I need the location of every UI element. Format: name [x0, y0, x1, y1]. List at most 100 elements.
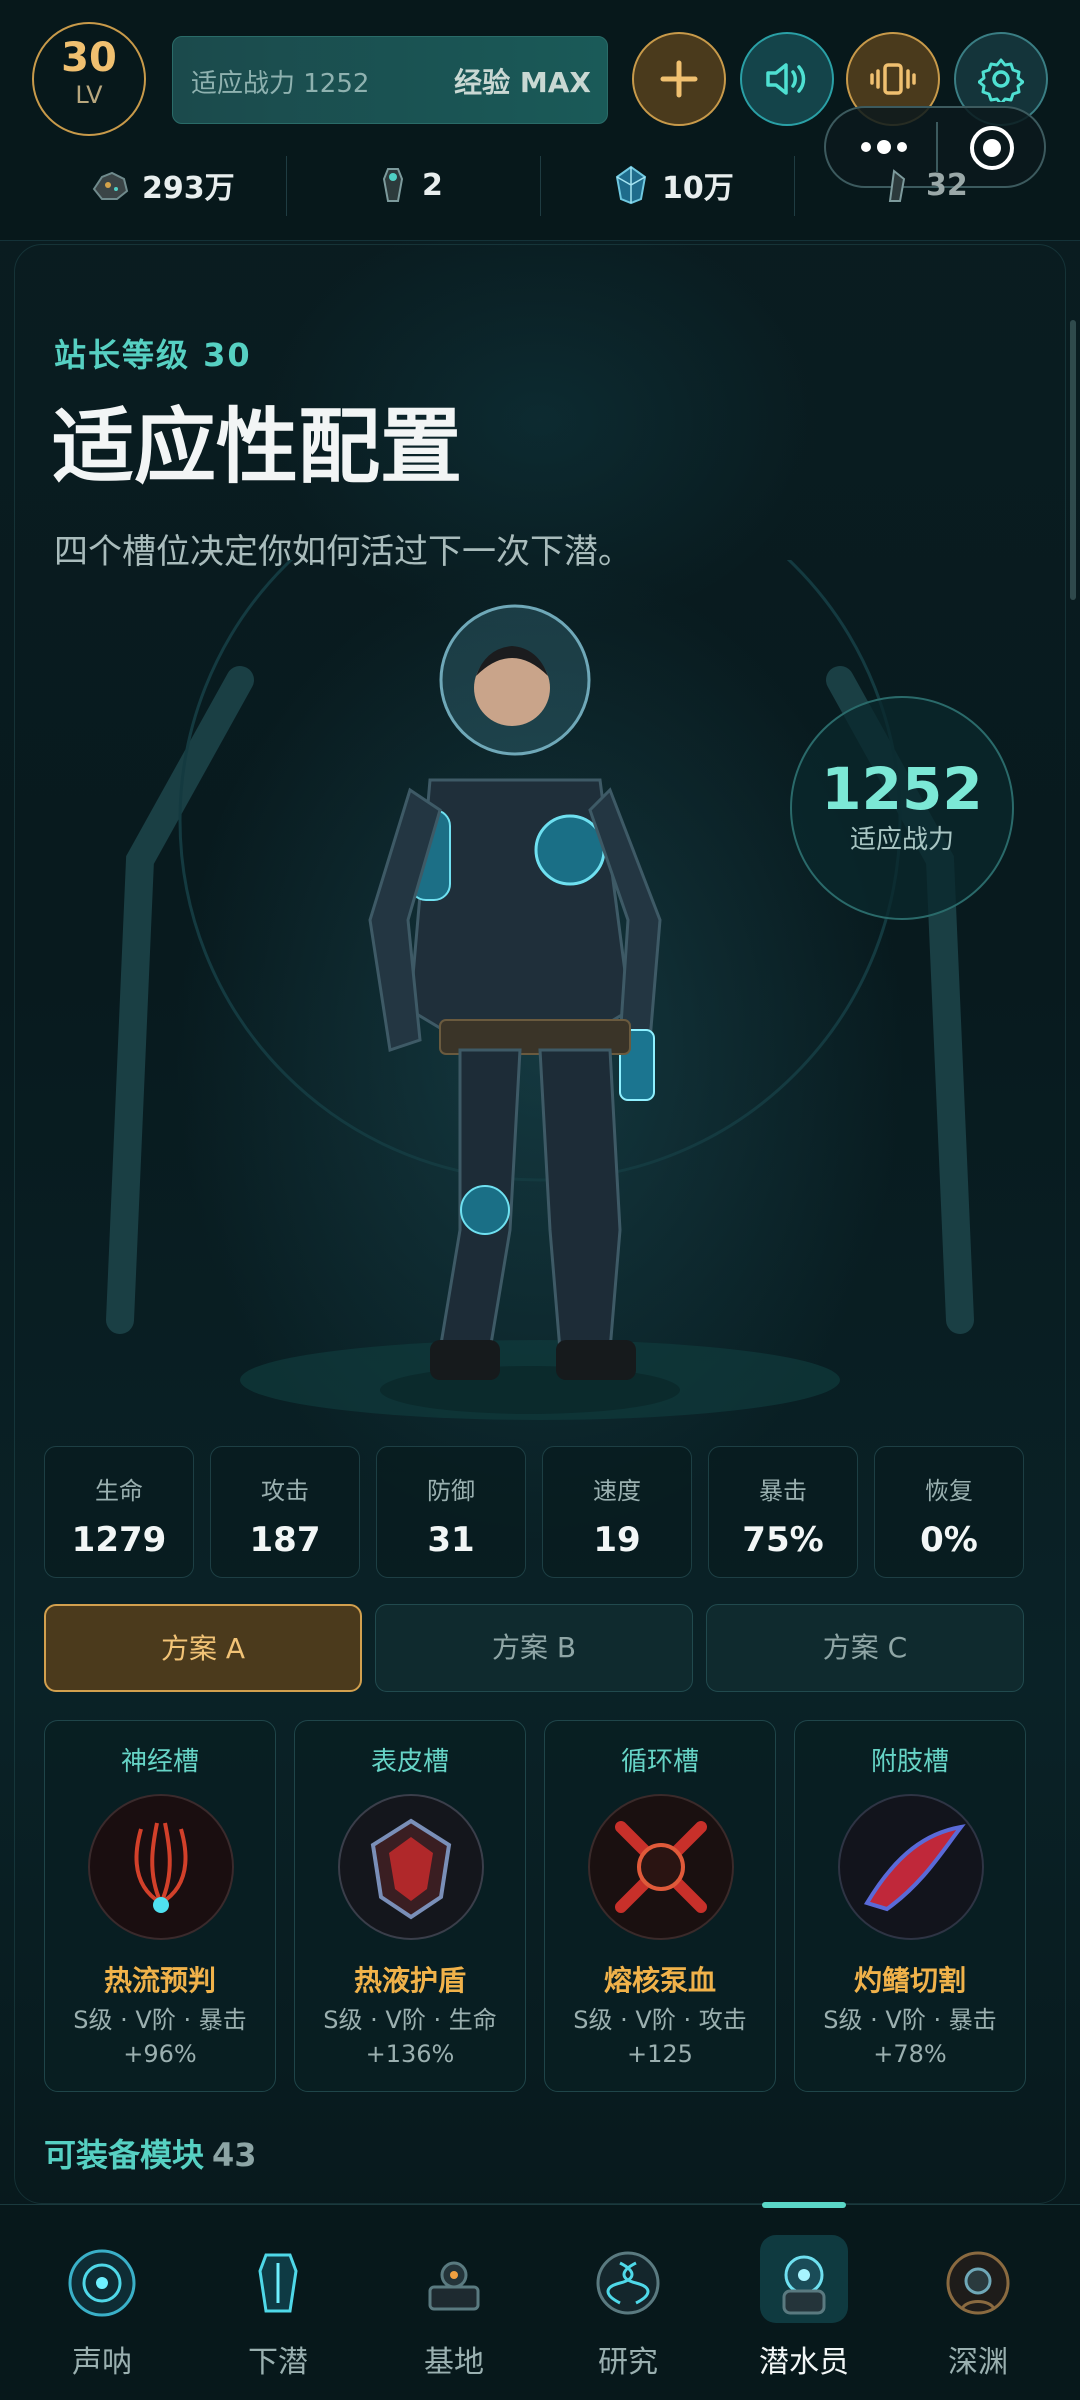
stat-label: 恢复 [925, 1477, 973, 1505]
research-icon [596, 2251, 660, 2315]
tab-plan-c[interactable]: 方案 C [706, 1604, 1024, 1692]
resource-fin-token: 32 [880, 150, 968, 220]
tab-plan-b[interactable]: 方案 B [375, 1604, 693, 1692]
module-desc: S级 · V阶 · 攻击 +125 [545, 2003, 775, 2071]
stat-value: 19 [593, 1520, 641, 1560]
slot-name: 神经槽 [120, 1747, 199, 1777]
add-button[interactable] [632, 32, 726, 126]
stat-value: 0% [920, 1520, 978, 1560]
plan-tabs: 方案 A 方案 B 方案 C [44, 1604, 1024, 1692]
diver-icon [782, 2255, 826, 2315]
adaptive-power-value: 1252 [821, 755, 983, 823]
module-desc-line2: +78% [873, 2040, 947, 2068]
resource-ore-value: 293万 [142, 171, 235, 206]
slot-name: 附肢槽 [870, 1747, 949, 1777]
module-desc-line2: +125 [627, 2040, 693, 2068]
slot-limb[interactable]: 附肢槽 灼鳍切割 S级 · V阶 · 暴击 +78% [794, 1720, 1026, 2092]
divider [286, 156, 287, 216]
fin-token-icon [888, 169, 906, 202]
top-bar: 30 LV 适应战力 1252 经验 MAX 293万 2 10万 32 [0, 0, 1080, 241]
stat-label: 攻击 [261, 1477, 309, 1505]
slot-skin[interactable]: 表皮槽 热液护盾 S级 · V阶 · 生命 +136% [294, 1720, 526, 2092]
module-desc-line2: +96% [123, 2040, 197, 2068]
nav-diver[interactable]: 潜水员 [714, 2205, 894, 2400]
fin-cut-module-icon [838, 1794, 984, 1940]
station-level: 站长等级 30 [54, 336, 252, 374]
core-pump-module-icon [588, 1794, 734, 1940]
slot-neural[interactable]: 神经槽 热流预判 S级 · V阶 · 暴击 +96% [44, 1720, 276, 2092]
stat-value: 31 [427, 1520, 475, 1560]
resource-crystal: 10万 [612, 150, 734, 220]
vibration-icon [870, 63, 916, 95]
module-desc-line1: S级 · V阶 · 暴击 [73, 2006, 247, 2034]
module-desc-line1: S级 · V阶 · 攻击 [573, 2006, 747, 2034]
stat-value: 187 [249, 1520, 321, 1560]
stat-value: 1279 [71, 1520, 167, 1560]
sound-button[interactable] [740, 32, 834, 126]
stat-label: 暴击 [759, 1477, 807, 1505]
resource-fin-token-value: 32 [926, 167, 968, 203]
slot-circulation[interactable]: 循环槽 熔核泵血 S级 · V阶 · 攻击 +125 [544, 1720, 776, 2092]
nav-label: 潜水员 [759, 2345, 849, 2380]
module-name: 热流预判 [103, 1964, 216, 1997]
page-title: 适应性配置 [52, 400, 463, 495]
diver-character-image [368, 604, 680, 1414]
resource-ore: 293万 [90, 150, 235, 220]
nav-label: 基地 [424, 2345, 484, 2380]
nav-label: 深渊 [948, 2345, 1008, 2380]
stat-attack: 攻击 187 [210, 1446, 360, 1578]
nav-dive[interactable]: 下潜 [188, 2205, 368, 2400]
nav-label: 研究 [598, 2345, 658, 2380]
slot-name: 表皮槽 [370, 1747, 449, 1777]
nav-base[interactable]: 基地 [364, 2205, 544, 2400]
stat-crit: 暴击 75% [708, 1446, 858, 1578]
level-label: LV [75, 81, 103, 109]
adaptive-power-label: 适应战力 [849, 825, 954, 855]
gear-icon [978, 58, 1024, 102]
nav-active-indicator [762, 2202, 846, 2208]
module-desc: S级 · V阶 · 暴击 +96% [45, 2003, 275, 2071]
resource-diver-token: 2 [376, 150, 443, 220]
module-name: 灼鳍切割 [853, 1964, 966, 1997]
tab-plan-a[interactable]: 方案 A [44, 1604, 362, 1692]
stat-label: 生命 [95, 1477, 143, 1505]
stats-row: 生命 1279 攻击 187 防御 31 速度 19 暴击 75% 恢复 0% [44, 1446, 1024, 1578]
speaker-icon [766, 63, 806, 95]
divider [794, 156, 795, 216]
stat-recovery: 恢复 0% [874, 1446, 1024, 1578]
close-target-icon[interactable] [966, 122, 1018, 174]
nav-label: 下潜 [248, 2345, 308, 2380]
bottom-nav: 声呐 下潜 基地 研究 潜水员 深渊 [0, 2204, 1080, 2400]
divider [540, 156, 541, 216]
crystal-icon [615, 165, 647, 205]
ore-icon [92, 171, 129, 200]
module-name: 热液护盾 [353, 1964, 466, 1997]
diver-token-icon [382, 168, 404, 202]
module-name: 熔核泵血 [603, 1964, 716, 1997]
exp-label: 经验 MAX [454, 66, 591, 99]
nav-label: 声呐 [72, 2345, 132, 2380]
sonar-icon [68, 2249, 136, 2317]
nav-research[interactable]: 研究 [538, 2205, 718, 2400]
stat-speed: 速度 19 [542, 1446, 692, 1578]
power-input[interactable]: 适应战力 1252 经验 MAX [172, 36, 608, 124]
plus-icon [660, 60, 698, 98]
stat-label: 防御 [427, 1477, 475, 1505]
level-badge[interactable]: 30 LV [32, 22, 146, 136]
scrollbar[interactable] [1070, 320, 1076, 600]
level-number: 30 [61, 35, 117, 81]
equip-label: 可装备模块 [44, 2136, 205, 2174]
dive-icon [258, 2253, 298, 2313]
power-placeholder: 适应战力 1252 [191, 69, 370, 99]
nav-abyss[interactable]: 深渊 [888, 2205, 1068, 2400]
slot-name: 循环槽 [620, 1747, 699, 1777]
module-desc-line1: S级 · V阶 · 暴击 [823, 2006, 997, 2034]
nav-sonar[interactable]: 声呐 [12, 2205, 192, 2400]
stat-hp: 生命 1279 [44, 1446, 194, 1578]
resource-crystal-value: 10万 [662, 171, 734, 206]
stat-label: 速度 [593, 1477, 641, 1505]
module-desc: S级 · V阶 · 暴击 +78% [795, 2003, 1025, 2071]
adaptive-power-badge: 1252 适应战力 [790, 696, 1014, 920]
stat-defense: 防御 31 [376, 1446, 526, 1578]
heat-prediction-module-icon [88, 1794, 234, 1940]
